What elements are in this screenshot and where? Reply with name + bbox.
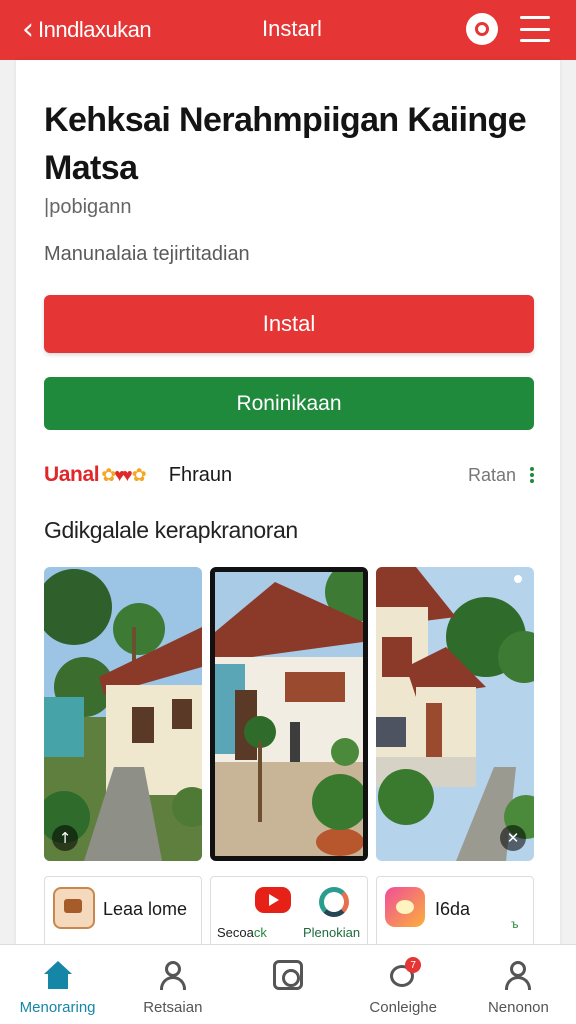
app-icon [53, 887, 95, 929]
camera-icon [272, 959, 304, 993]
nav-label: Conleighe [369, 999, 437, 1016]
app-title: Kehksai Nerahmpiigan Kaiinge Matsa [44, 101, 527, 187]
meta-label: Fhraun [168, 463, 233, 486]
nav-label: Retsaian [143, 999, 203, 1016]
hamburger-menu-icon[interactable] [520, 16, 550, 42]
play-icon [255, 887, 291, 913]
related-app-card[interactable]: I6da ъ [376, 876, 534, 950]
app-root: ‹ Inndlaxukan Instarl Kehksai Nerahmpiig… [0, 0, 576, 1024]
brand-label: Uanal [44, 463, 100, 486]
user-icon [157, 959, 189, 993]
top-bar: ‹ Inndlaxukan Instarl [0, 0, 576, 60]
related-app-card[interactable]: Leaa lome [44, 876, 202, 950]
nav-item-camera[interactable] [230, 945, 345, 1024]
app-subtitle: |pobigann [44, 196, 132, 218]
related-apps: Leaa lome Secoack Plenokian I6da ъ [44, 876, 534, 950]
app-name: Leaa lome [103, 899, 188, 919]
page-title: Instarl [262, 16, 322, 41]
back-button[interactable]: ‹ Inndlaxukan [0, 0, 152, 60]
nav-item-chat[interactable]: 7 Conleighe [346, 945, 461, 1024]
app-description: Manunalaia tejirtitadian [44, 243, 250, 265]
install-button[interactable]: Instal [44, 295, 534, 353]
recommend-button[interactable]: Roninikaan [44, 377, 534, 430]
chat-icon: 7 [387, 957, 422, 993]
app-caption: Plenokian [303, 925, 361, 940]
rating-label[interactable]: Ratan [468, 465, 516, 486]
app-name: I6da [435, 899, 471, 919]
vertical-dots-icon[interactable] [530, 467, 534, 483]
nav-item-profile[interactable]: Nenonon [461, 945, 576, 1024]
home-icon [42, 959, 74, 993]
gallery-photo[interactable] [210, 567, 368, 861]
flower-icon: ✿ [101, 464, 116, 485]
gallery-photo[interactable]: ✕ [376, 567, 534, 861]
profile-icon [502, 959, 534, 993]
bottom-navigation: Menoraring Retsaian 7 Conleighe Nenonon [0, 944, 576, 1024]
loader-icon [319, 887, 349, 917]
flower-icon: ✿ [131, 464, 147, 485]
nav-item-search[interactable]: Retsaian [115, 945, 230, 1024]
nav-label: Nenonon [487, 999, 549, 1016]
nav-item-home[interactable]: Menoraring [0, 945, 115, 1024]
screenshot-gallery: ↑ ✕ [44, 567, 534, 861]
back-label: Inndlaxukan [38, 17, 152, 42]
gallery-photo[interactable]: ↑ [44, 567, 202, 861]
app-mark: ъ [511, 917, 519, 931]
related-app-card[interactable]: Secoack Plenokian [210, 876, 368, 950]
nav-label: Menoraring [19, 999, 96, 1016]
gallery-title: Gdikgalale kerapkranoran [44, 517, 298, 543]
meta-row: Uanal ✿ ♥♥ ✿ Fhraun Ratan [44, 460, 534, 490]
app-caption: Secoack [217, 925, 267, 940]
arrow-up-icon[interactable]: ↑ [52, 825, 78, 851]
close-icon[interactable]: ✕ [500, 825, 526, 851]
chevron-left-icon: ‹ [22, 12, 34, 47]
hearts-icon: ♥♥ [114, 464, 132, 485]
content-card: Kehksai Nerahmpiigan Kaiinge Matsa |pobi… [16, 60, 560, 950]
chat-bubble-icon[interactable] [466, 13, 498, 45]
notification-badge: 7 [405, 957, 422, 973]
app-icon [385, 887, 425, 927]
